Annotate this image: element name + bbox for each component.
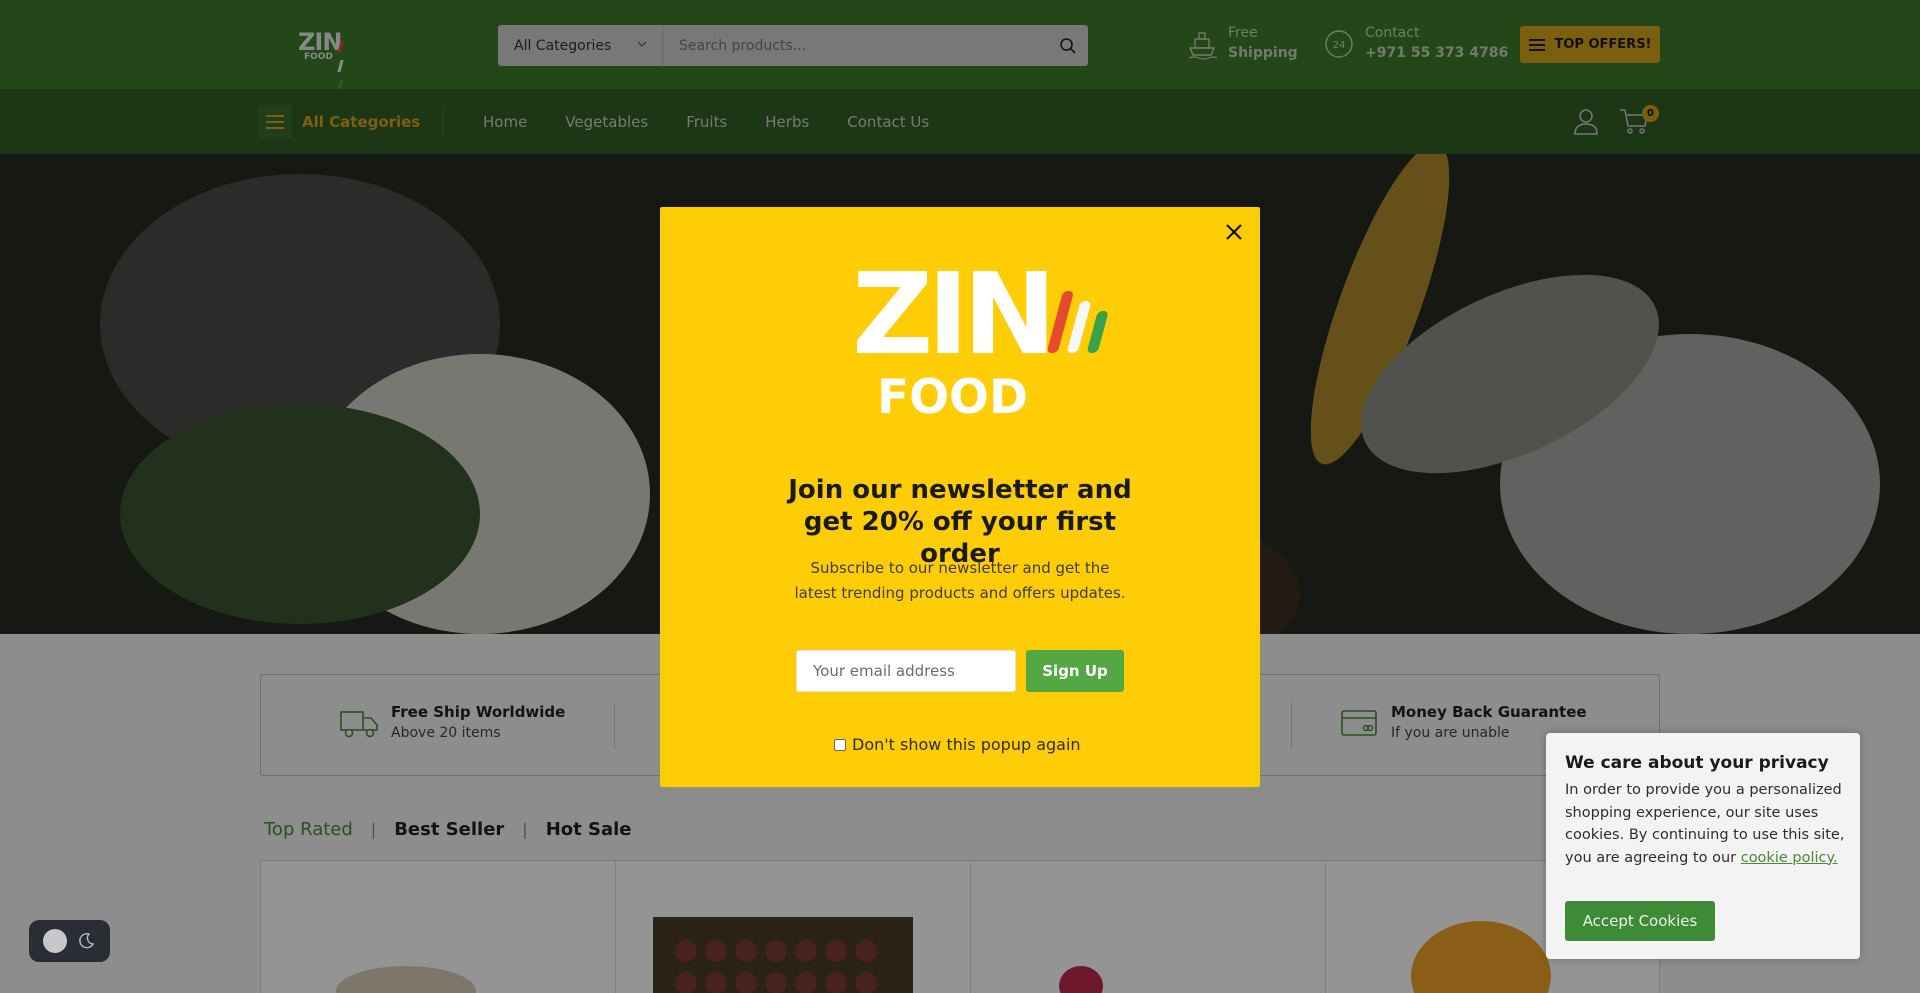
dont-show-checkbox[interactable] bbox=[834, 738, 846, 751]
email-field[interactable] bbox=[796, 650, 1016, 692]
close-icon[interactable] bbox=[1222, 220, 1246, 244]
cookie-title: We care about your privacy bbox=[1565, 753, 1829, 773]
accept-cookies-button[interactable]: Accept Cookies bbox=[1565, 901, 1715, 941]
toggle-knob bbox=[43, 929, 67, 953]
popup-subtitle: Subscribe to our newsletter and get the … bbox=[794, 559, 1126, 602]
moon-icon bbox=[79, 932, 95, 949]
cookie-banner: We care about your privacy In order to p… bbox=[1546, 733, 1860, 959]
cookie-text: In order to provide you a personalized s… bbox=[1565, 779, 1849, 869]
dont-show-label: Don't show this popup again bbox=[852, 735, 1081, 754]
signup-button[interactable]: Sign Up bbox=[1026, 650, 1124, 692]
popup-logo: ZIN FOOD bbox=[852, 258, 1108, 418]
theme-toggle[interactable] bbox=[29, 920, 110, 962]
popup-logo-subtext: FOOD bbox=[877, 370, 1028, 418]
cookie-policy-link[interactable]: cookie policy. bbox=[1741, 850, 1838, 866]
dont-show-checkbox-row[interactable]: Don't show this popup again bbox=[834, 735, 1081, 754]
popup-logo-text: ZIN bbox=[852, 258, 1051, 380]
